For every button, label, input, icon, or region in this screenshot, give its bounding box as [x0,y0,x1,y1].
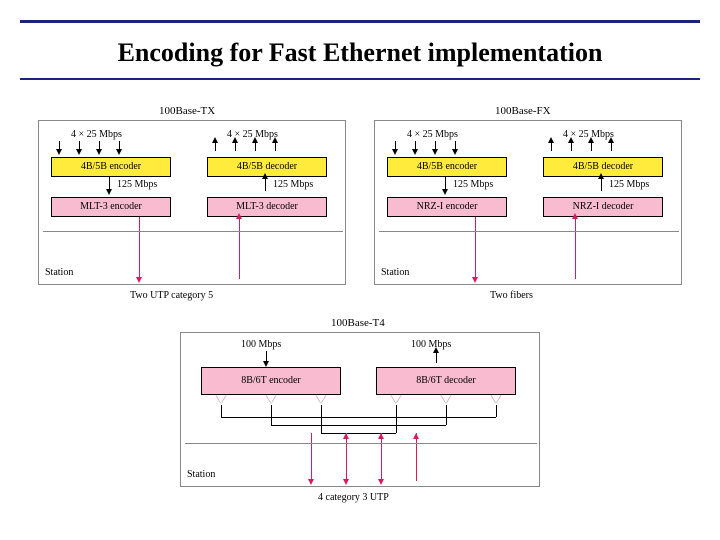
rate-label: 125 Mbps [117,179,157,190]
rate-label: 4 × 25 Mbps [71,129,122,140]
rate-label: 125 Mbps [273,179,313,190]
panel-100base-tx: 100Base-TX 4 × 25 Mbps 4 × 25 Mbps 4B/5B… [38,120,346,285]
encoder-nrzi: NRZ-I encoder [387,197,507,217]
rate-label: 125 Mbps [609,179,649,190]
rate-label: 125 Mbps [453,179,493,190]
station-label: Station [381,267,409,278]
rate-label: 100 Mbps [411,339,451,350]
panel-100base-t4: 100Base-T4 100 Mbps 100 Mbps 8B/6T encod… [180,332,540,487]
station-label: Station [187,469,215,480]
encoder-8b6t: 8B/6T encoder [201,367,341,395]
encoder-mlt3: MLT-3 encoder [51,197,171,217]
station-label: Station [45,267,73,278]
decoder-nrzi: NRZ-I decoder [543,197,663,217]
panel-title: 100Base-TX [159,105,215,117]
slide-title: Encoding for Fast Ethernet implementatio… [0,38,720,68]
panel-title: 100Base-T4 [331,317,385,329]
panel-100base-fx: 100Base-FX 4 × 25 Mbps 4 × 25 Mbps 4B/5B… [374,120,682,285]
panel-title: 100Base-FX [495,105,551,117]
rule-top [20,20,700,23]
encoder-4b5b: 4B/5B encoder [387,157,507,177]
decoder-mlt3: MLT-3 decoder [207,197,327,217]
medium-label: 4 category 3 UTP [318,492,389,503]
rule-bottom [20,78,700,80]
encoder-4b5b: 4B/5B encoder [51,157,171,177]
medium-label: Two UTP category 5 [130,290,213,301]
rate-label: 4 × 25 Mbps [407,129,458,140]
rate-label: 100 Mbps [241,339,281,350]
medium-label: Two fibers [490,290,533,301]
decoder-8b6t: 8B/6T decoder [376,367,516,395]
